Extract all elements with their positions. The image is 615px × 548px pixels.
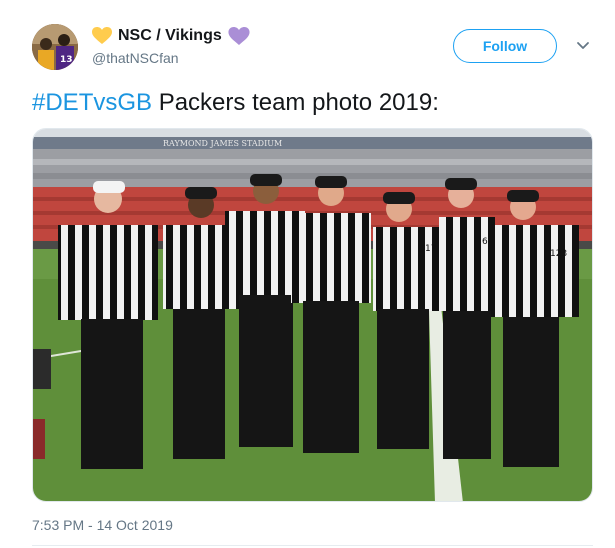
tweet-card: 13 NSC / Vikings @thatNSCfan Follow #DET…: [0, 0, 615, 548]
user-name-row: NSC / Vikings: [92, 24, 250, 48]
jersey-number: 123: [550, 249, 567, 259]
chevron-down-icon[interactable]: [575, 38, 591, 54]
stadium-sign: RAYMOND JAMES STADIUM: [163, 139, 282, 148]
tweet-body-text: Packers team photo 2019:: [158, 89, 439, 116]
jersey-number: 6: [482, 237, 488, 247]
svg-text:13: 13: [60, 55, 73, 65]
hashtag-link[interactable]: #DETvsGB: [32, 89, 152, 116]
display-name[interactable]: NSC / Vikings: [118, 27, 222, 45]
avatar[interactable]: 13: [32, 24, 78, 70]
referees-photo: RAYMOND JAMES STADIUM 17 6 123: [33, 129, 592, 501]
follow-button[interactable]: Follow: [453, 29, 557, 63]
tweet-timestamp[interactable]: 7:53 PM - 14 Oct 2019: [32, 517, 173, 533]
jersey-number: 17: [425, 244, 436, 254]
tweet-photo[interactable]: RAYMOND JAMES STADIUM 17 6 123: [32, 128, 593, 502]
avatar-image: 13: [32, 24, 78, 70]
user-handle[interactable]: @thatNSCfan: [92, 50, 179, 66]
purple-heart-icon: [228, 26, 250, 45]
tweet-text: #DETvsGB Packers team photo 2019:: [32, 88, 439, 118]
divider: [32, 545, 593, 546]
yellow-heart-icon: [92, 27, 112, 44]
